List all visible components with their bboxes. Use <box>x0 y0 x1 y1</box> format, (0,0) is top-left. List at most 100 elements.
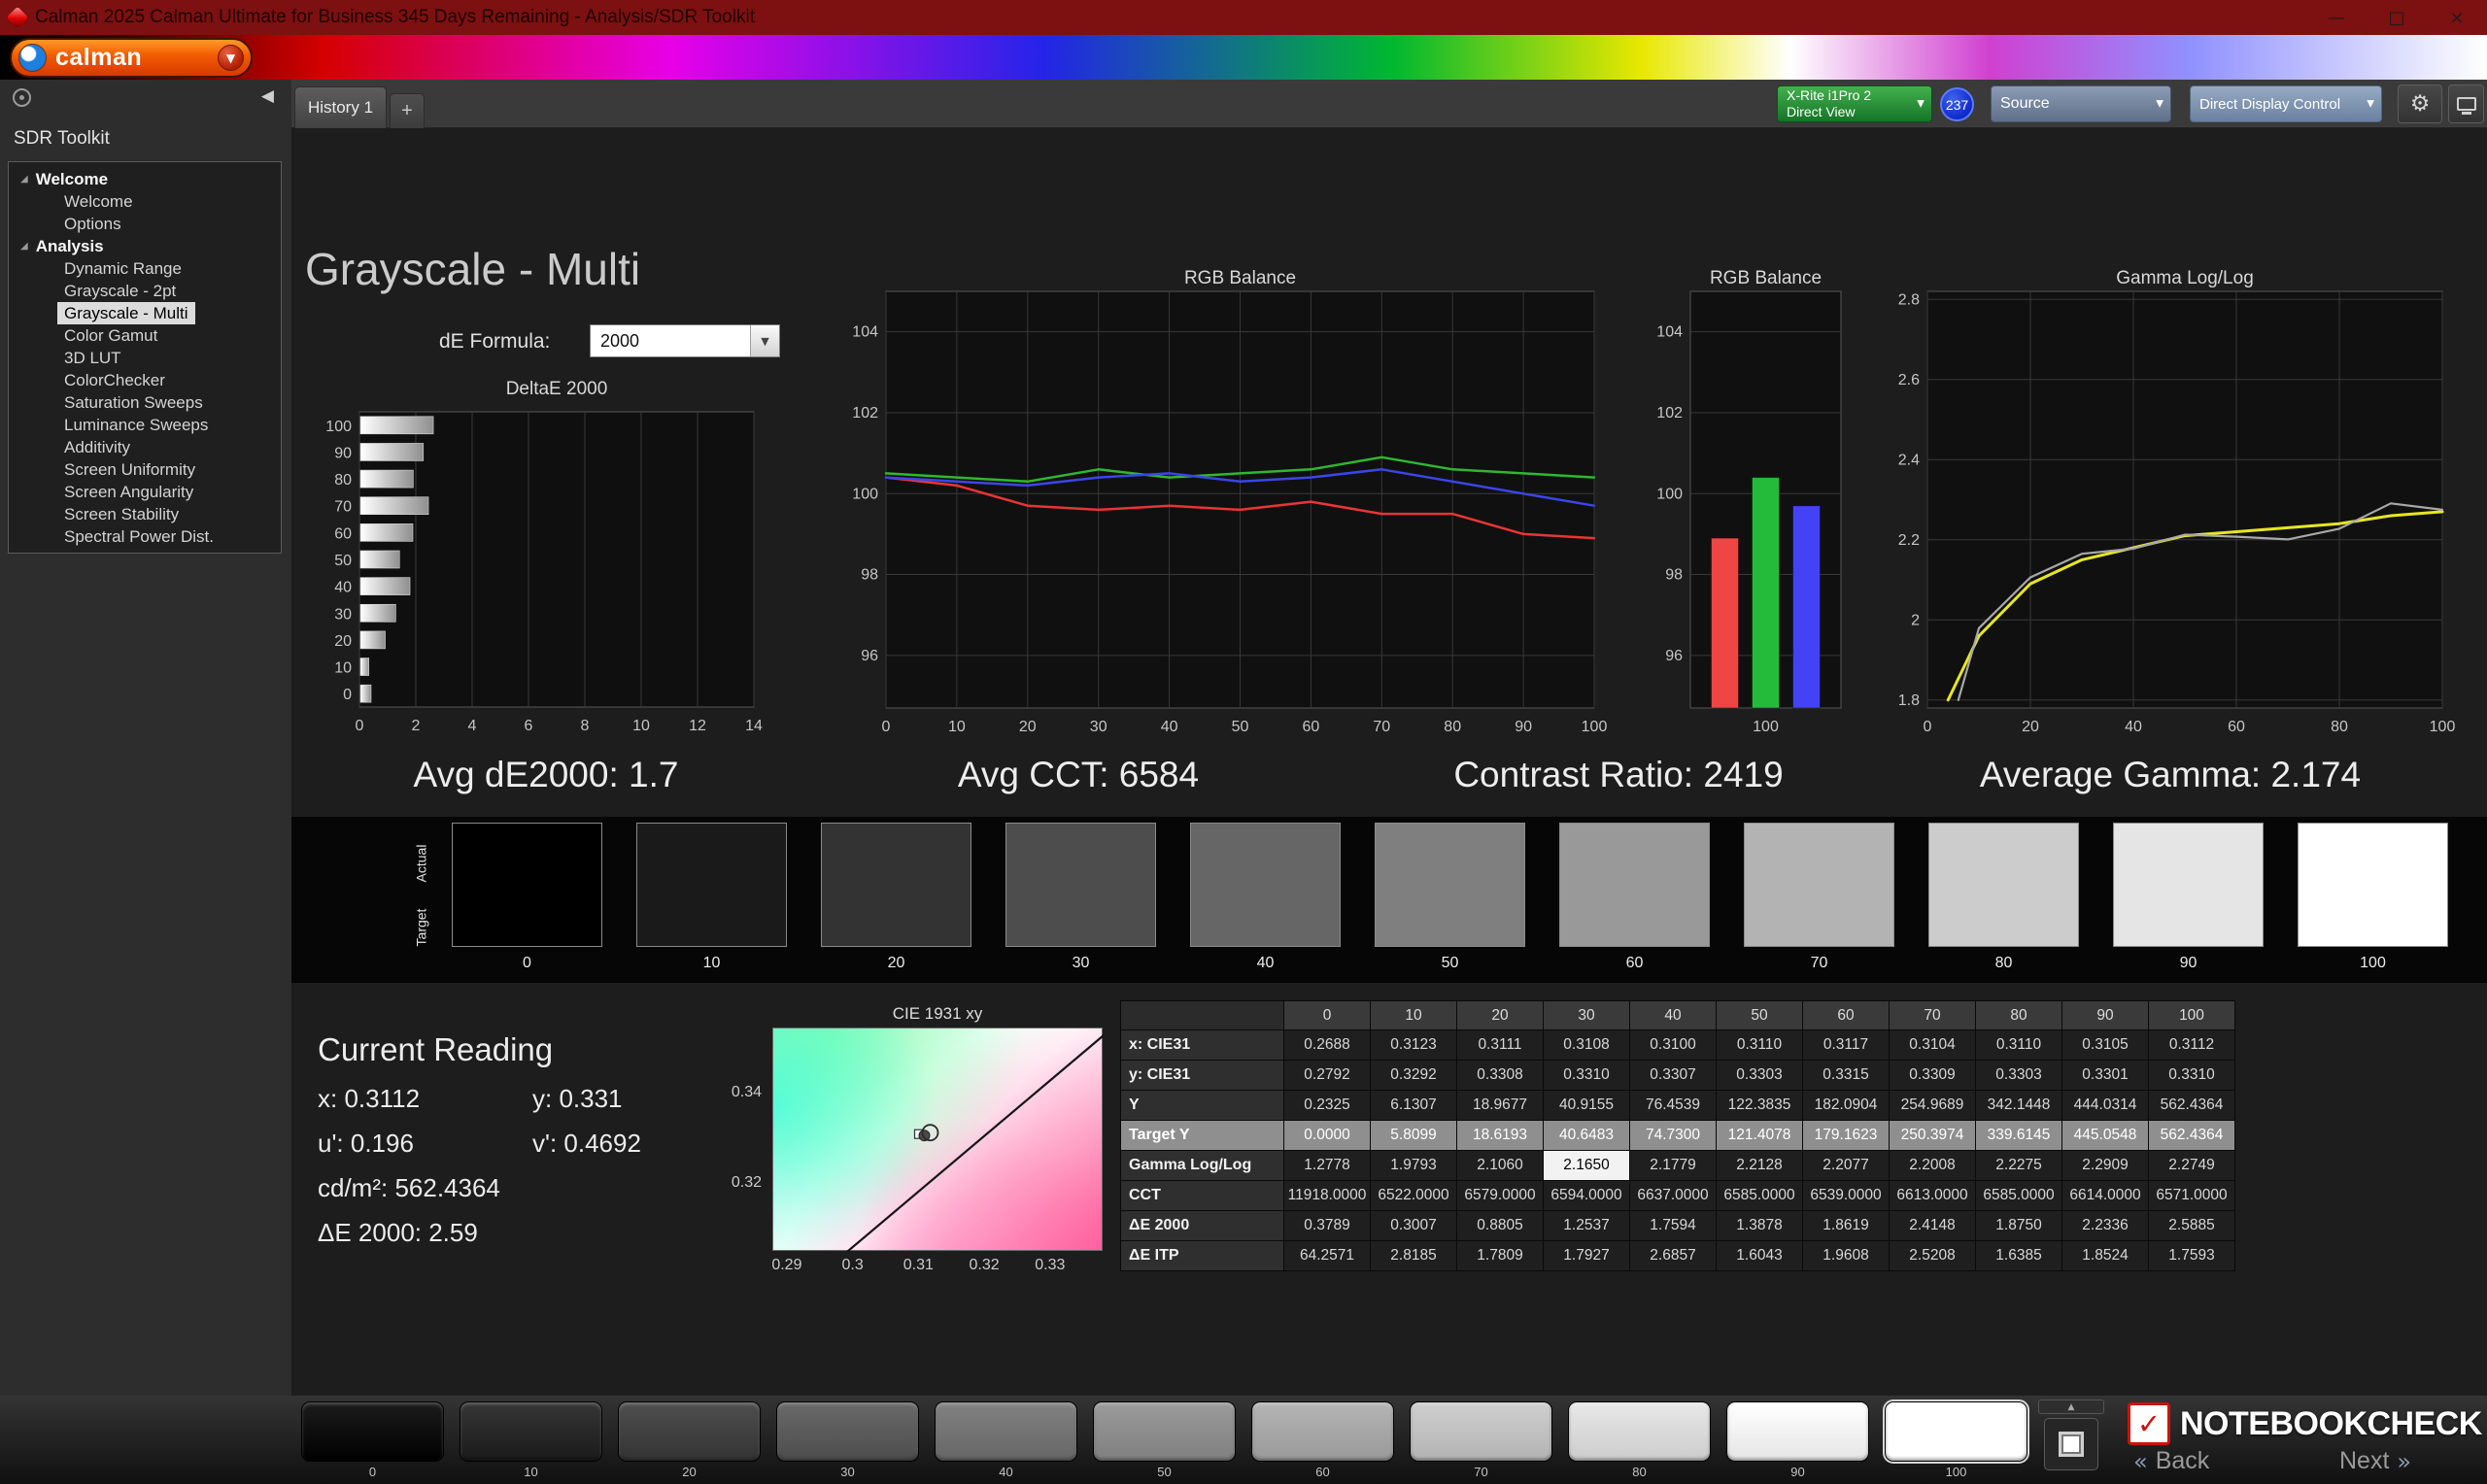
table-cell: 1.7594 <box>1630 1211 1717 1241</box>
patch-button[interactable] <box>301 1401 444 1462</box>
display-control-dropdown[interactable]: Direct Display Control ▼ <box>2190 85 2382 122</box>
display-settings-button[interactable] <box>2448 84 2484 123</box>
svg-text:50: 50 <box>1232 719 1249 735</box>
meter-dropdown[interactable]: X-Rite i1Pro 2 Direct View ▼ <box>1777 85 1932 122</box>
grayscale-swatch-80: 80 <box>1928 823 2079 972</box>
sidebar-item-screen-stability[interactable]: Screen Stability <box>57 503 186 525</box>
settings-button[interactable]: ⚙ <box>2398 84 2442 123</box>
table-cell: 254.9689 <box>1890 1091 1976 1121</box>
table-col-header: 20 <box>1457 1001 1544 1030</box>
panel-collapse-button[interactable]: ▲ <box>2038 1400 2104 1414</box>
sidebar-item-options[interactable]: Options <box>57 213 128 235</box>
cie-y-tick-label: 0.32 <box>732 1174 762 1192</box>
patch-button[interactable] <box>1410 1401 1552 1462</box>
sidebar-item-grayscale-multi[interactable]: Grayscale - Multi <box>57 302 195 324</box>
source-dropdown[interactable]: Source ▼ <box>1991 85 2171 122</box>
sidebar-item-screen-angularity[interactable]: Screen Angularity <box>57 481 200 503</box>
swatch-level-label: 0 <box>523 955 531 972</box>
swatch-patch <box>1928 823 2079 947</box>
sidebar-options-icon[interactable] <box>13 88 31 107</box>
sidebar-group-analysis[interactable]: ◢Analysis <box>9 235 281 257</box>
patch-button[interactable] <box>1093 1401 1236 1462</box>
toolbar-patch-20[interactable]: 20 <box>618 1401 761 1479</box>
back-button[interactable]: « Back <box>2133 1447 2209 1475</box>
grayscale-swatch-60: 60 <box>1559 823 1710 972</box>
swatch-patch <box>1005 823 1156 947</box>
toolbar-patch-30[interactable]: 30 <box>776 1401 919 1479</box>
patch-level-label: 70 <box>1474 1465 1487 1479</box>
sidebar-item-colorchecker[interactable]: ColorChecker <box>57 369 172 391</box>
table-col-header: 40 <box>1630 1001 1717 1030</box>
patch-button[interactable] <box>1251 1401 1394 1462</box>
sidebar-item-luminance-sweeps[interactable]: Luminance Sweeps <box>57 414 215 436</box>
toolbar-patch-100[interactable]: 100 <box>1885 1401 2027 1479</box>
reading-luminance: cd/m²: 562.4364 <box>318 1173 500 1203</box>
toolbar-patch-80[interactable]: 80 <box>1568 1401 1711 1479</box>
patch-window-button[interactable] <box>2044 1418 2098 1470</box>
cie-y-tick-label: 0.34 <box>732 1084 762 1101</box>
cie-chart-title: CIE 1931 xy <box>893 1004 983 1024</box>
patch-button[interactable] <box>1568 1401 1711 1462</box>
toolbar-patch-90[interactable]: 90 <box>1726 1401 1869 1479</box>
sidebar-item-saturation-sweeps[interactable]: Saturation Sweeps <box>57 391 210 414</box>
sidebar-item-additivity[interactable]: Additivity <box>57 436 137 458</box>
tab-history-1[interactable]: History 1 <box>294 86 387 128</box>
tabbar: History 1 + X-Rite i1Pro 2 Direct View ▼… <box>291 80 2487 128</box>
sidebar-group-welcome[interactable]: ◢Welcome <box>9 168 281 190</box>
table-col-header: 80 <box>1976 1001 2062 1030</box>
stat-average-gamma: Average Gamma: 2.174 <box>1980 755 2361 795</box>
svg-text:50: 50 <box>334 553 352 569</box>
sidebar-item-spectral-power-dist[interactable]: Spectral Power Dist. <box>57 525 221 548</box>
svg-text:2.4: 2.4 <box>1898 452 1920 468</box>
svg-text:80: 80 <box>334 472 352 489</box>
expander-icon[interactable]: ◢ <box>20 241 28 252</box>
svg-text:2: 2 <box>1911 612 1920 628</box>
minimize-button[interactable]: — <box>2306 0 2367 35</box>
toolbar-patch-50[interactable]: 50 <box>1093 1401 1236 1479</box>
table-col-header: 50 <box>1717 1001 1803 1030</box>
toolbar-patch-40[interactable]: 40 <box>935 1401 1077 1479</box>
calman-menu-button[interactable]: calman ▼ <box>10 38 253 78</box>
patch-button[interactable] <box>618 1401 761 1462</box>
add-tab-button[interactable]: + <box>390 93 425 128</box>
toolbar-patch-0[interactable]: 0 <box>301 1401 444 1479</box>
toolbar-patch-70[interactable]: 70 <box>1410 1401 1552 1479</box>
table-cell: 0.3104 <box>1890 1030 1976 1061</box>
next-button[interactable]: Next » <box>2339 1447 2411 1475</box>
app-window: Calman 2025 Calman Ultimate for Business… <box>0 0 2487 1484</box>
actual-axis-label: Actual <box>413 845 428 883</box>
swatch-level-label: 40 <box>1257 955 1275 972</box>
table-row-label: x: CIE31 <box>1121 1030 1284 1061</box>
sidebar-item-3d-lut[interactable]: 3D LUT <box>57 347 128 369</box>
toolbar-patch-10[interactable]: 10 <box>460 1401 602 1479</box>
patch-button[interactable] <box>1885 1401 2027 1462</box>
maximize-button[interactable]: □ <box>2367 0 2427 35</box>
de-formula-select[interactable]: 2000 ▼ <box>590 324 780 357</box>
patch-button[interactable] <box>1726 1401 1869 1462</box>
patch-button[interactable] <box>935 1401 1077 1462</box>
sidebar-collapse-icon[interactable]: ◀ <box>261 86 274 106</box>
table-cell: 0.3117 <box>1803 1030 1890 1061</box>
table-cell: 6637.0000 <box>1630 1181 1717 1211</box>
table-cell: 0.3308 <box>1457 1061 1544 1091</box>
sidebar-item-screen-uniformity[interactable]: Screen Uniformity <box>57 458 202 481</box>
sidebar-item-dynamic-range[interactable]: Dynamic Range <box>57 257 188 280</box>
results-table: 0102030405060708090100x: CIE310.26880.31… <box>1120 1000 2235 1271</box>
close-button[interactable]: × <box>2427 0 2487 35</box>
sidebar-item-welcome[interactable]: Welcome <box>57 190 140 213</box>
table-cell: 64.2571 <box>1284 1241 1371 1271</box>
calman-menu-dropdown-icon[interactable]: ▼ <box>218 45 244 71</box>
svg-text:40: 40 <box>334 580 352 596</box>
patch-button[interactable] <box>776 1401 919 1462</box>
meter-count-badge: 237 <box>1940 87 1974 121</box>
sidebar-item-color-gamut[interactable]: Color Gamut <box>57 324 164 347</box>
swatch-patch <box>1190 823 1341 947</box>
patch-button[interactable] <box>460 1401 602 1462</box>
table-cell: 1.9608 <box>1803 1241 1890 1271</box>
toolbar-patch-60[interactable]: 60 <box>1251 1401 1394 1479</box>
swatch-level-label: 60 <box>1626 955 1644 972</box>
expander-icon[interactable]: ◢ <box>20 174 28 185</box>
sidebar-item-grayscale-2pt[interactable]: Grayscale - 2pt <box>57 280 183 302</box>
svg-text:RGB Balance: RGB Balance <box>1710 268 1822 288</box>
table-cell: 562.4364 <box>2149 1091 2235 1121</box>
